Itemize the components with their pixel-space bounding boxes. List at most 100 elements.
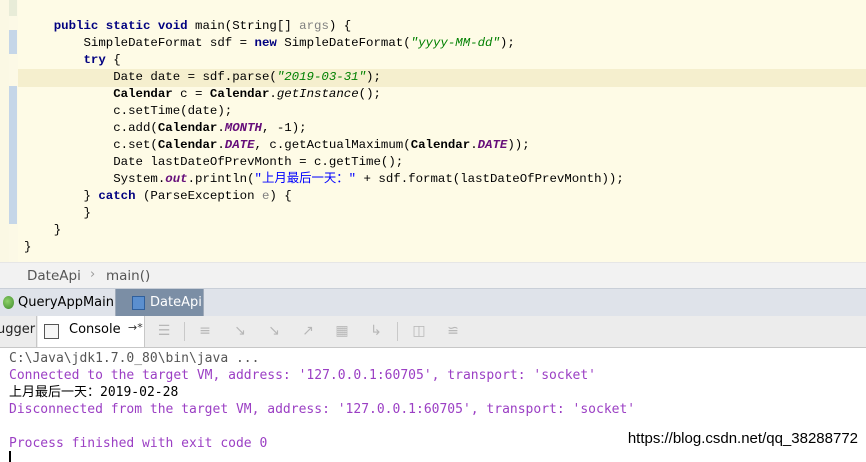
code-token: DATE xyxy=(224,138,255,152)
code-token: Calendar xyxy=(113,87,173,101)
code-token: Calendar xyxy=(157,138,218,152)
code-token: try xyxy=(83,53,106,67)
step-out-icon[interactable]: ↗ xyxy=(300,324,316,339)
trace-icon[interactable]: ≌ xyxy=(445,324,461,339)
code-token: )); xyxy=(507,138,530,152)
step-over-icon[interactable]: ≡ xyxy=(197,324,213,339)
tab-debugger[interactable]: ugger xyxy=(0,316,37,347)
code-line[interactable]: } xyxy=(24,239,624,256)
code-token: } xyxy=(24,223,62,237)
code-token: . xyxy=(470,138,478,152)
code-token: public static void xyxy=(53,19,188,33)
code-line[interactable]: Date date = sdf.parse("2019-03-31"); xyxy=(24,69,624,86)
code-token: DATE xyxy=(477,138,508,152)
toolbar-separator xyxy=(397,322,398,341)
code-token: , c.getActualMaximum( xyxy=(254,138,411,152)
code-token: "2019-03-31" xyxy=(276,70,367,84)
code-token: ) { xyxy=(328,19,352,33)
breadcrumb-class[interactable]: DateApi xyxy=(27,268,81,284)
code-line[interactable]: public static void main(String[] args) { xyxy=(24,18,624,35)
code-token: SimpleDateFormat( xyxy=(276,36,411,50)
tab-queryappmain[interactable]: QueryAppMain xyxy=(0,289,114,316)
code-line[interactable]: c.add(Calendar.MONTH, -1); xyxy=(24,120,624,137)
change-marker xyxy=(9,86,17,224)
code-token: Calendar xyxy=(157,121,218,135)
breadcrumb-method[interactable]: main() xyxy=(106,268,150,284)
code-token: + sdf.format(lastDateOfPrevMonth)); xyxy=(356,172,624,186)
code-editor[interactable]: public static void main(String[] args) {… xyxy=(0,0,866,262)
java-file-icon xyxy=(132,295,145,310)
code-token: main(String[] xyxy=(187,19,300,33)
code-token: catch xyxy=(98,189,136,203)
code-token: Calendar xyxy=(209,87,270,101)
code-line[interactable]: c.set(Calendar.DATE, c.getActualMaximum(… xyxy=(24,137,624,154)
code-line[interactable]: Date lastDateOfPrevMonth = c.getTime(); xyxy=(24,154,624,171)
code-token: new xyxy=(254,36,277,50)
code-token: out xyxy=(165,172,188,186)
code-token: { xyxy=(105,53,121,67)
console-output[interactable]: C:\Java\jdk1.7.0_80\bin\java ... Connect… xyxy=(0,348,866,462)
breadcrumb-separator: › xyxy=(90,267,96,282)
change-marker xyxy=(9,30,17,54)
code-token: c.set( xyxy=(24,138,158,152)
code-token: } xyxy=(24,189,99,203)
code-token: System. xyxy=(24,172,166,186)
code-line[interactable]: } xyxy=(24,205,624,222)
toolbar-separator xyxy=(184,322,185,341)
drop-frame-icon[interactable]: ▦ xyxy=(334,324,350,339)
code-token: (); xyxy=(358,87,381,101)
watermark: https://blog.csdn.net/qq_38288772 xyxy=(627,430,858,447)
tab-label: DateApi xyxy=(150,295,202,310)
change-marker xyxy=(9,0,17,16)
code-line[interactable]: Calendar c = Calendar.getInstance(); xyxy=(24,86,624,103)
tab-console[interactable]: Console →* xyxy=(38,316,145,347)
code-token: c.setTime(date); xyxy=(24,104,233,118)
text-caret xyxy=(9,451,11,462)
code-token: c = xyxy=(172,87,210,101)
debug-toolbar: ugger Console →* ☰ ≡ ↘ ↘ ↗ ▦ ↳ ◫ ≌ xyxy=(0,316,866,348)
editor-gutter[interactable] xyxy=(0,0,9,262)
run-to-cursor-icon[interactable]: ↳ xyxy=(368,324,384,339)
tab-label: QueryAppMain xyxy=(18,295,114,310)
code-line[interactable]: System.out.println("上月最后一天：" + sdf.forma… xyxy=(24,171,624,188)
console-command-line: C:\Java\jdk1.7.0_80\bin\java ... xyxy=(9,351,260,366)
code-token: . xyxy=(217,138,225,152)
pin-icon[interactable]: →* xyxy=(128,321,143,334)
console-disconnected-line: Disconnected from the target VM, address… xyxy=(9,402,636,417)
code-line[interactable]: } catch (ParseException e) { xyxy=(24,188,624,205)
code-token: (ParseException xyxy=(135,189,262,203)
code-line[interactable]: try { xyxy=(24,52,624,69)
code-line[interactable]: c.setTime(date); xyxy=(24,103,624,120)
tab-dateapi[interactable]: DateApi xyxy=(115,289,204,316)
code-token: getInstance xyxy=(276,87,359,101)
console-icon xyxy=(44,324,59,339)
force-step-into-icon[interactable]: ↘ xyxy=(266,324,282,339)
code-line[interactable]: SimpleDateFormat sdf = new SimpleDateFor… xyxy=(24,35,624,52)
print-icon[interactable]: ☰ xyxy=(156,324,172,339)
run-config-icon xyxy=(3,296,15,309)
code-token: "yyyy-MM-dd" xyxy=(410,36,500,50)
code-token: Calendar xyxy=(410,138,471,152)
console-exit-line: Process finished with exit code 0 xyxy=(9,436,268,451)
breadcrumb: DateApi › main() xyxy=(0,262,866,289)
code-line[interactable]: } xyxy=(24,222,624,239)
code-token: args xyxy=(299,19,329,33)
code-token: Date lastDateOfPrevMonth = c.getTime(); xyxy=(24,155,404,169)
source-code[interactable]: public static void main(String[] args) {… xyxy=(24,18,624,256)
step-into-icon[interactable]: ↘ xyxy=(232,324,248,339)
code-token: . xyxy=(269,87,277,101)
code-token: "上月最后一天：" xyxy=(254,172,357,186)
code-token: MONTH xyxy=(224,121,262,135)
code-token: .println( xyxy=(187,172,255,186)
code-token: c.add( xyxy=(24,121,158,135)
run-tabs: QueryAppMain DateApi xyxy=(0,288,866,317)
evaluate-icon[interactable]: ◫ xyxy=(411,324,427,339)
code-token: SimpleDateFormat sdf = xyxy=(24,36,255,50)
code-token: ); xyxy=(499,36,515,50)
console-connected-line: Connected to the target VM, address: '12… xyxy=(9,368,596,383)
console-output-line: 上月最后一天：2019-02-28 xyxy=(9,385,179,400)
code-token: , -1); xyxy=(261,121,307,135)
code-token: } xyxy=(24,240,32,254)
